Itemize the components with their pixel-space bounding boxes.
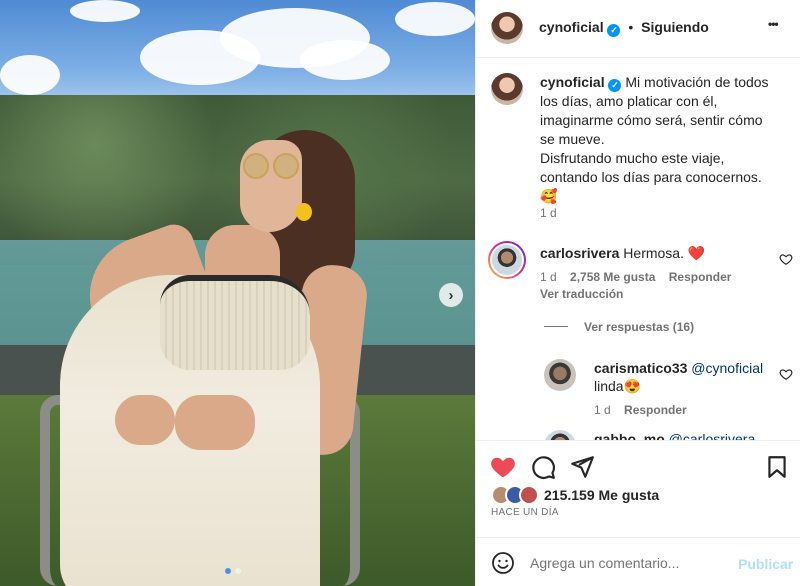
- bookmark-icon[interactable]: [764, 454, 790, 480]
- separator-dot: •: [628, 19, 634, 35]
- caption-line: contando los días para conocernos.: [540, 169, 762, 185]
- photo-hand: [175, 395, 255, 450]
- username-link[interactable]: carlosrivera: [540, 245, 619, 261]
- next-photo-button[interactable]: ›: [439, 283, 463, 307]
- carousel-dots: [225, 568, 241, 574]
- username-link[interactable]: cynoficial: [540, 74, 605, 90]
- username-link[interactable]: carismatico33: [594, 360, 687, 376]
- comment-text-row: carlosrivera Hermosa. ❤️: [540, 245, 705, 262]
- heart-outline-icon[interactable]: [779, 252, 793, 266]
- header-user: cynoficial ✓ • Siguiendo: [539, 19, 709, 37]
- comment-likes[interactable]: 2,758 Me gusta: [570, 270, 655, 284]
- photo-sunglasses: [243, 153, 301, 179]
- comment-meta: 1 d 2,758 Me gusta Responder: [540, 270, 731, 284]
- photo-cloud: [300, 40, 390, 80]
- more-options-icon[interactable]: •••: [768, 17, 779, 31]
- post-caption: cynoficial ✓ Mi motivación de todos los …: [540, 73, 790, 206]
- post-side-panel: cynoficial ✓ • Siguiendo ••• cynoficial …: [475, 0, 800, 586]
- heart-filled-icon[interactable]: [490, 454, 516, 480]
- chevron-right-icon: ›: [448, 286, 454, 304]
- photo-cloud: [0, 55, 60, 95]
- story-ring[interactable]: [488, 241, 526, 279]
- avatar: [492, 245, 522, 275]
- view-replies-button[interactable]: Ver respuestas (16): [584, 320, 694, 334]
- photo-hand: [115, 395, 175, 445]
- replies-line: [544, 326, 568, 327]
- caption-line: se mueve.: [540, 131, 605, 147]
- photo-flower-earring: [296, 203, 312, 221]
- comment-time[interactable]: 1 d: [540, 270, 557, 284]
- reply-text-row: carismatico33 @cynoficial: [594, 360, 763, 376]
- caption-emoji: 🥰: [540, 188, 558, 204]
- translate-link[interactable]: Ver traducción: [540, 287, 623, 301]
- comment-time[interactable]: 1 d: [594, 403, 611, 417]
- avatar: [519, 485, 539, 505]
- post-header: cynoficial ✓ • Siguiendo •••: [476, 0, 800, 58]
- caption-line: Mi motivación de todos: [625, 74, 769, 90]
- paper-plane-icon[interactable]: [569, 454, 595, 480]
- emoji-smiley-icon[interactable]: [491, 551, 515, 575]
- post-photo[interactable]: ›: [0, 0, 475, 586]
- publish-button[interactable]: Publicar: [738, 556, 793, 572]
- caption-line: Disfrutando mucho este viaje,: [540, 150, 725, 166]
- avatar[interactable]: [544, 359, 576, 391]
- follow-status-button[interactable]: Siguiendo: [641, 19, 709, 35]
- caption-time[interactable]: 1 d: [540, 206, 557, 220]
- carousel-dot: [225, 568, 231, 574]
- reply-button[interactable]: Responder: [624, 403, 687, 417]
- username-link[interactable]: cynoficial: [539, 19, 604, 35]
- photo-dress-bodice: [160, 275, 310, 370]
- comment-bubble-icon[interactable]: [530, 454, 556, 480]
- comment-input[interactable]: [530, 551, 730, 575]
- comment-bar: Publicar: [476, 537, 800, 586]
- photo-cloud: [70, 0, 140, 22]
- photo-cloud: [395, 2, 475, 36]
- verified-badge-icon: ✓: [607, 24, 621, 37]
- caption-line: imaginarme cómo será, sentir cómo: [540, 112, 763, 128]
- reply-text: linda😍: [594, 378, 642, 394]
- reply-meta: 1 d Responder: [594, 403, 687, 417]
- verified-badge-icon: ✓: [608, 79, 622, 92]
- caption-line: los días, amo platicar con él,: [540, 93, 718, 109]
- reply-button[interactable]: Responder: [669, 270, 732, 284]
- likes-count[interactable]: 215.159 Me gusta: [544, 487, 659, 503]
- comment-text: Hermosa. ❤️: [623, 245, 706, 261]
- post-timestamp[interactable]: HACE UN DÍA: [491, 507, 559, 518]
- avatar[interactable]: [491, 12, 523, 44]
- mention-link[interactable]: @cynoficial: [691, 360, 763, 376]
- carousel-dot: [235, 568, 241, 574]
- avatar[interactable]: [491, 73, 523, 105]
- heart-outline-icon[interactable]: [779, 367, 793, 381]
